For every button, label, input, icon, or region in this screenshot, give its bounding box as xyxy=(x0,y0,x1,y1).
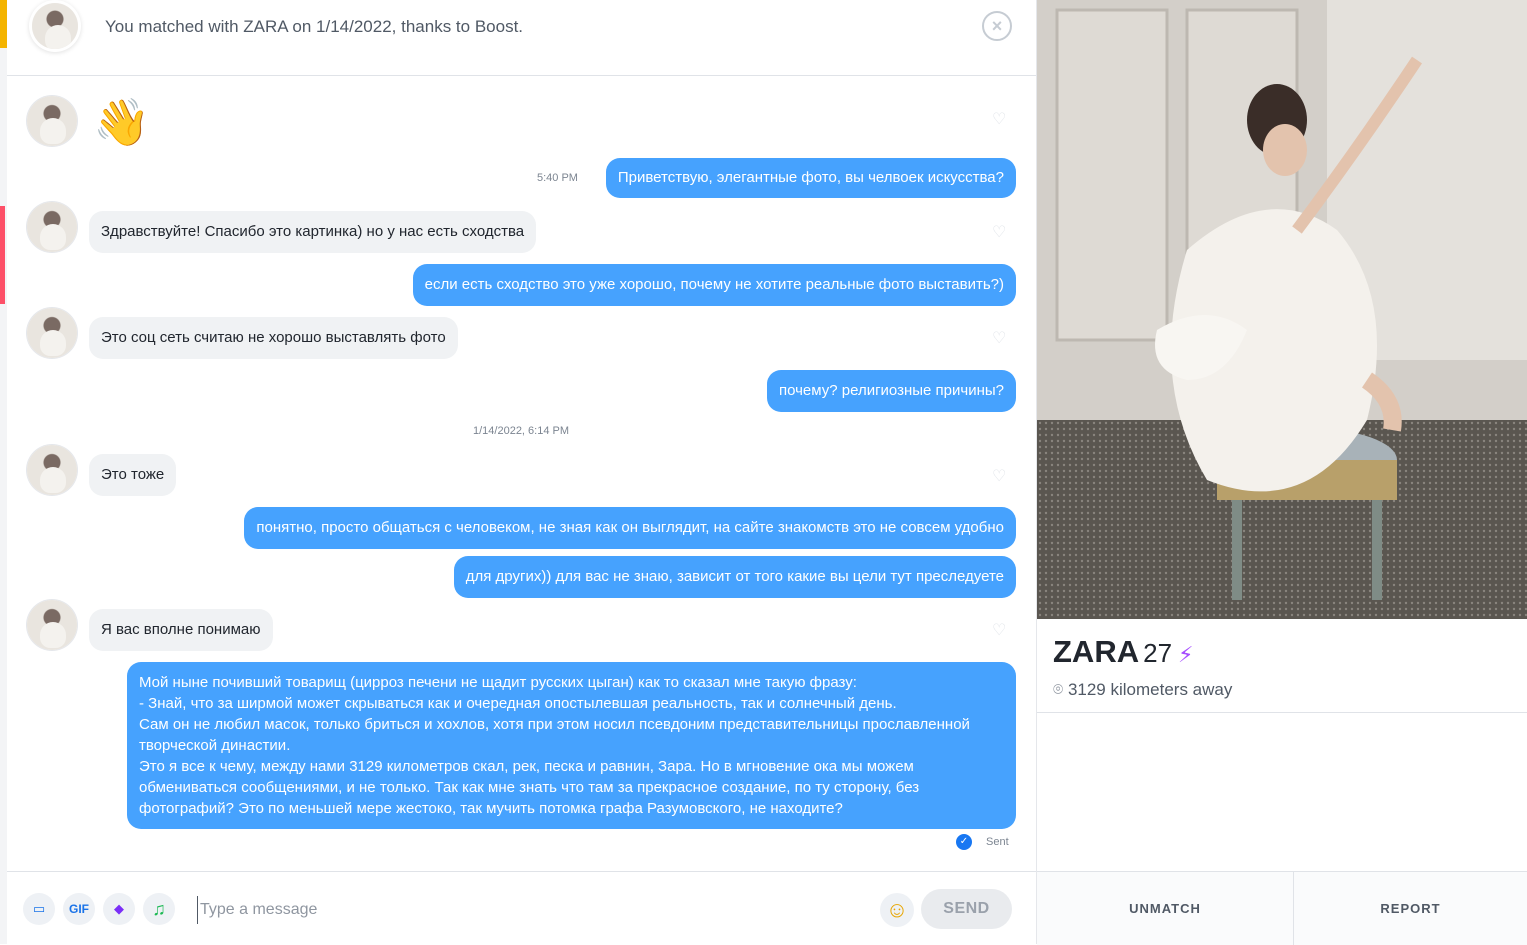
match-banner-text: You matched with ZARA on 1/14/2022, than… xyxy=(105,17,524,36)
chat-panel: You matched with ZARA on 1/14/2022, than… xyxy=(7,0,1037,944)
match-avatar[interactable] xyxy=(32,3,78,49)
like-heart-icon[interactable]: ♡ xyxy=(992,112,1008,128)
sent-check-icon: ✓ xyxy=(956,834,972,850)
message-list[interactable]: 👋 ♡ 5:40 PM Приветствую, элегантные фото… xyxy=(7,76,1036,871)
avatar[interactable] xyxy=(27,308,77,358)
profile-name: ZARA xyxy=(1053,634,1140,669)
date-divider: 1/14/2022, 6:14 PM xyxy=(473,425,570,437)
report-button[interactable]: REPORT xyxy=(1294,872,1527,945)
emoji-icon[interactable]: ☺ xyxy=(880,893,914,927)
profile-photo[interactable] xyxy=(1037,0,1527,619)
gif-button[interactable]: GIF xyxy=(63,893,95,925)
vibe-icon[interactable]: ◆ xyxy=(103,893,135,925)
message-composer: ▭ GIF ◆ ♫ ☺ SEND xyxy=(7,871,1036,945)
outgoing-long-message[interactable]: Мой ныне почивший товарищ (цирроз печени… xyxy=(127,662,1016,829)
like-heart-icon[interactable]: ♡ xyxy=(992,331,1008,347)
profile-photo-illustration xyxy=(1037,0,1527,619)
left-edge-strip xyxy=(0,0,7,944)
lightning-bolt-icon: ⚡ xyxy=(1178,642,1194,667)
avatar[interactable] xyxy=(27,445,77,495)
profile-distance: ⌾ 3129 kilometers away xyxy=(1053,680,1233,699)
unmatch-button[interactable]: UNMATCH xyxy=(1037,872,1294,945)
incoming-message[interactable]: Я вас вполне понимаю xyxy=(89,609,273,651)
location-pin-icon: ⌾ xyxy=(1053,680,1064,699)
music-note-icon[interactable]: ♫ xyxy=(143,893,175,925)
sent-status: ✓ Sent xyxy=(956,834,1009,850)
outgoing-message[interactable]: почему? религиозные причины? xyxy=(766,370,1016,412)
profile-name-row: ZARA 27 ⚡ xyxy=(1053,634,1193,670)
message-line: - Знай, что за ширмой может скрываться к… xyxy=(139,695,897,712)
incoming-message[interactable]: Это тоже xyxy=(89,454,177,496)
outgoing-message[interactable]: для других)) для вас не знаю, зависит от… xyxy=(453,556,1016,598)
incoming-message[interactable]: Здравствуйте! Спасибо это картинка) но у… xyxy=(89,211,537,253)
profile-divider xyxy=(1037,712,1527,713)
message-line: Мой ныне почивший товарищ (цирроз печени… xyxy=(139,674,857,691)
like-heart-icon[interactable]: ♡ xyxy=(992,623,1008,639)
message-input[interactable] xyxy=(197,896,862,924)
profile-age: 27 xyxy=(1143,638,1173,668)
profile-panel: ZARA 27 ⚡ ⌾ 3129 kilometers away UNMATCH R… xyxy=(1037,0,1527,945)
avatar[interactable] xyxy=(27,202,77,252)
boost-accent-bar xyxy=(0,0,7,48)
outgoing-message[interactable]: если есть сходство это уже хорошо, почем… xyxy=(412,264,1016,306)
message-line: Это я все к чему, между нами 3129 киломе… xyxy=(139,758,920,817)
message-line: Сам он не любил масок, только бриться и … xyxy=(139,716,970,754)
profile-actions: UNMATCH REPORT xyxy=(1037,871,1527,945)
outgoing-message[interactable]: понятно, просто общаться с человеком, не… xyxy=(244,507,1016,549)
send-button[interactable]: SEND xyxy=(921,889,1012,929)
sticker-icon[interactable]: ▭ xyxy=(23,893,55,925)
incoming-message[interactable]: Это соц сеть считаю не хорошо выставлять… xyxy=(89,317,458,359)
like-heart-icon[interactable]: ♡ xyxy=(992,469,1008,485)
like-heart-icon[interactable]: ♡ xyxy=(992,225,1008,241)
avatar[interactable] xyxy=(27,600,77,650)
outgoing-message[interactable]: Приветствую, элегантные фото, вы челвоек… xyxy=(605,158,1016,198)
wave-emoji-message: 👋 xyxy=(93,96,151,148)
match-banner: You matched with ZARA on 1/14/2022, than… xyxy=(7,0,1036,76)
close-icon[interactable]: × xyxy=(982,11,1012,41)
unread-indicator-bar xyxy=(0,206,5,304)
message-timestamp: 5:40 PM xyxy=(537,172,578,184)
avatar[interactable] xyxy=(27,96,77,146)
